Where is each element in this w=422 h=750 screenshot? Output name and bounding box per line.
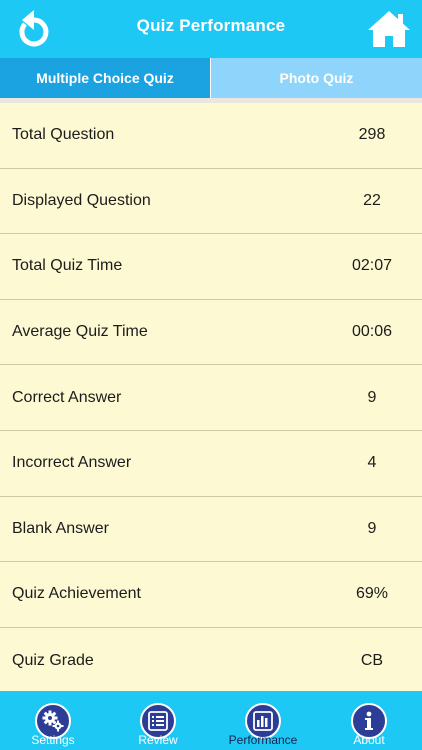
home-icon [368, 11, 410, 47]
stat-row-average-quiz-time: Average Quiz Time 00:06 [0, 300, 422, 366]
stat-label: Displayed Question [12, 191, 151, 209]
home-button[interactable] [366, 9, 412, 49]
stat-value: 298 [358, 126, 386, 144]
stat-label: Quiz Grade [12, 651, 94, 669]
stat-label: Correct Answer [12, 388, 122, 406]
nav-review[interactable]: Review [113, 691, 203, 750]
stat-row-total-question: Total Question 298 [0, 103, 422, 169]
nav-about[interactable]: About [324, 691, 414, 750]
stat-label: Total Quiz Time [12, 257, 123, 275]
stat-row-blank-answer: Blank Answer 9 [0, 497, 422, 563]
top-header: Quiz Performance [0, 0, 422, 58]
stat-label: Blank Answer [12, 519, 109, 537]
stat-row-total-quiz-time: Total Quiz Time 02:07 [0, 234, 422, 300]
nav-label-settings: Settings [31, 733, 75, 747]
nav-settings[interactable]: Settings [8, 691, 98, 750]
nav-label-performance: Performance [228, 733, 298, 747]
stat-row-incorrect-answer: Incorrect Answer 4 [0, 431, 422, 497]
tab-multiple-choice-quiz[interactable]: Multiple Choice Quiz [0, 58, 211, 98]
performance-stats-list: Total Question 298 Displayed Question 22… [0, 103, 422, 693]
stat-value: 9 [367, 519, 377, 537]
stat-value: 9 [367, 388, 377, 406]
quiz-type-tabs: Multiple Choice Quiz Photo Quiz [0, 58, 422, 98]
stat-label: Incorrect Answer [12, 454, 132, 472]
stat-row-quiz-achievement: Quiz Achievement 69% [0, 562, 422, 628]
stat-row-displayed-question: Displayed Question 22 [0, 169, 422, 235]
stat-label: Total Question [12, 126, 115, 144]
stat-value: 4 [367, 454, 377, 472]
tab-photo-quiz[interactable]: Photo Quiz [211, 58, 422, 98]
stat-value: 02:07 [351, 257, 393, 275]
nav-performance[interactable]: Performance [218, 691, 308, 750]
page-title: Quiz Performance [136, 16, 286, 35]
stat-value: CB [360, 651, 384, 669]
stat-value: 22 [363, 191, 381, 209]
stat-value: 00:06 [351, 323, 393, 341]
stat-label: Quiz Achievement [12, 585, 141, 603]
stat-label: Average Quiz Time [12, 323, 148, 341]
stat-row-correct-answer: Correct Answer 9 [0, 365, 422, 431]
stat-row-quiz-grade: Quiz Grade CB [0, 628, 422, 694]
stat-value: 69% [355, 585, 389, 603]
nav-label-about: About [353, 733, 385, 747]
bottom-nav-bar: Settings Review Performance About [0, 691, 422, 750]
nav-label-review: Review [138, 733, 178, 747]
